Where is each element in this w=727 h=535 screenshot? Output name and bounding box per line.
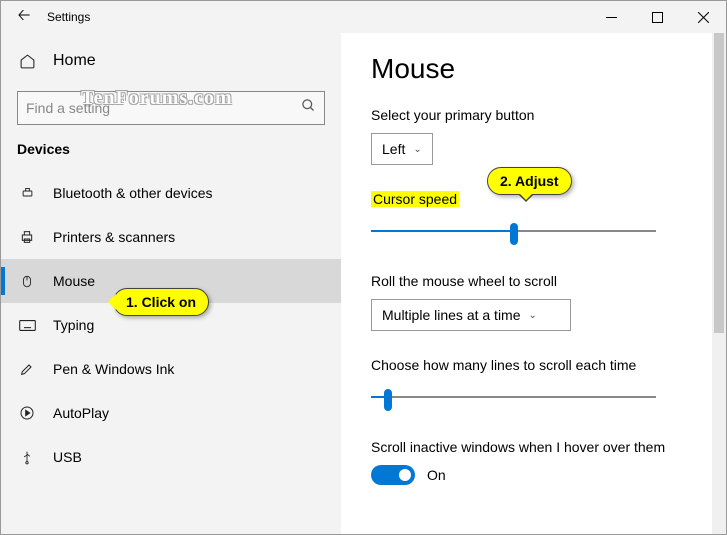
cursor-speed-slider[interactable]	[371, 217, 656, 247]
keyboard-icon	[17, 319, 37, 332]
maximize-button[interactable]	[634, 1, 680, 33]
bluetooth-icon	[17, 186, 37, 201]
page-title: Mouse	[371, 53, 726, 85]
sidebar-item-printers[interactable]: Printers & scanners	[1, 215, 341, 259]
scrollbar-thumb[interactable]	[714, 33, 724, 333]
mouse-icon	[17, 273, 37, 290]
printer-icon	[17, 229, 37, 245]
close-button[interactable]	[680, 1, 726, 33]
back-button[interactable]: 🡠	[1, 4, 47, 31]
home-icon	[17, 53, 37, 70]
slider-track	[371, 396, 656, 398]
roll-dropdown[interactable]: Multiple lines at a time ⌄	[371, 299, 571, 331]
search-icon	[301, 98, 316, 118]
inactive-label: Scroll inactive windows when I hover ove…	[371, 439, 726, 455]
search-input[interactable]	[26, 100, 301, 116]
dropdown-value: Left	[382, 141, 405, 157]
minimize-button[interactable]	[588, 1, 634, 33]
sidebar-item-label: Bluetooth & other devices	[53, 185, 213, 201]
window-title: Settings	[47, 10, 90, 24]
primary-button-dropdown[interactable]: Left ⌄	[371, 133, 433, 165]
main-panel: Mouse Select your primary button Left ⌄ …	[341, 33, 726, 534]
chevron-down-icon: ⌄	[413, 144, 421, 155]
toggle-state: On	[427, 467, 446, 483]
callout-click-on: 1. Click on	[113, 288, 209, 316]
category-heading: Devices	[1, 141, 341, 171]
chevron-down-icon: ⌄	[529, 310, 537, 321]
scrollbar[interactable]	[712, 33, 726, 534]
lines-slider[interactable]	[371, 383, 656, 413]
primary-button-label: Select your primary button	[371, 107, 726, 123]
home-label: Home	[53, 52, 96, 70]
sidebar-item-usb[interactable]: USB	[1, 435, 341, 479]
sidebar-item-label: Typing	[53, 317, 94, 333]
slider-thumb[interactable]	[510, 223, 518, 245]
search-box[interactable]	[17, 91, 325, 125]
lines-label: Choose how many lines to scroll each tim…	[371, 357, 726, 373]
sidebar-item-pen[interactable]: Pen & Windows Ink	[1, 347, 341, 391]
inactive-toggle[interactable]	[371, 465, 415, 485]
callout-adjust: 2. Adjust	[487, 167, 572, 195]
sidebar-item-label: Mouse	[53, 273, 95, 289]
home-nav[interactable]: Home	[1, 41, 341, 81]
title-bar: 🡠 Settings	[1, 1, 726, 33]
sidebar-item-label: AutoPlay	[53, 405, 109, 421]
sidebar-item-bluetooth[interactable]: Bluetooth & other devices	[1, 171, 341, 215]
sidebar-item-label: Printers & scanners	[53, 229, 175, 245]
slider-thumb[interactable]	[384, 389, 392, 411]
sidebar: Home Devices Bluetooth & other devices P…	[1, 33, 341, 534]
usb-icon	[17, 449, 37, 466]
dropdown-value: Multiple lines at a time	[382, 307, 521, 323]
sidebar-item-label: USB	[53, 449, 82, 465]
roll-label: Roll the mouse wheel to scroll	[371, 273, 726, 289]
sidebar-item-autoplay[interactable]: AutoPlay	[1, 391, 341, 435]
autoplay-icon	[17, 405, 37, 421]
sidebar-item-label: Pen & Windows Ink	[53, 361, 174, 377]
slider-fill	[371, 230, 514, 232]
pen-icon	[17, 361, 37, 377]
